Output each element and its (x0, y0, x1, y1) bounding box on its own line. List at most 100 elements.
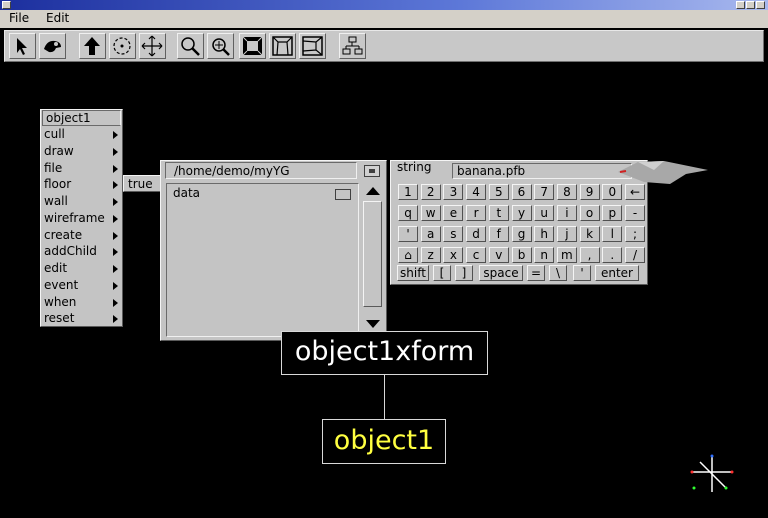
key[interactable]: a (420, 226, 441, 242)
maximize-button[interactable] (746, 1, 755, 9)
key-symbol[interactable]: \ (549, 265, 567, 281)
key[interactable]: e (443, 205, 464, 221)
key[interactable]: 1 (398, 184, 418, 200)
key[interactable]: 6 (511, 184, 532, 200)
string-input[interactable]: banana.pfb (452, 163, 632, 179)
menu-edit[interactable]: Edit (46, 11, 69, 25)
menu-item-edit[interactable]: edit (44, 261, 122, 277)
menu-item-cull[interactable]: cull (44, 127, 122, 143)
scroll-down-icon[interactable] (366, 320, 380, 328)
key[interactable]: 2 (420, 184, 441, 200)
object-menu: object1 cull draw file floor wall wirefr… (40, 109, 123, 327)
key[interactable]: ← (625, 184, 645, 200)
key[interactable]: 0 (602, 184, 623, 200)
close-button[interactable] (756, 1, 765, 9)
key[interactable]: c (466, 247, 487, 263)
key[interactable]: u (534, 205, 555, 221)
key[interactable]: ; (625, 226, 645, 242)
window-menu-button[interactable] (2, 1, 11, 9)
scroll-thumb[interactable] (363, 201, 382, 307)
file-list[interactable]: data (166, 183, 359, 337)
key[interactable]: x (443, 247, 464, 263)
menu-item-wall[interactable]: wall (44, 194, 122, 210)
list-item[interactable]: data (173, 186, 351, 202)
key[interactable]: t (488, 205, 509, 221)
minimize-button[interactable] (736, 1, 745, 9)
menu-item-create[interactable]: create (44, 228, 122, 244)
key-symbol[interactable]: = (527, 265, 545, 281)
translate-icon[interactable] (139, 33, 166, 59)
scene-graph-icon[interactable] (339, 33, 366, 59)
key-enter[interactable]: enter (595, 265, 639, 281)
key[interactable]: r (466, 205, 487, 221)
key-shift[interactable]: shift (397, 265, 429, 281)
menu-file[interactable]: File (9, 11, 29, 25)
key[interactable]: . (602, 247, 623, 263)
key[interactable]: 4 (466, 184, 487, 200)
key-space[interactable]: space (479, 265, 523, 281)
menu-item-draw[interactable]: draw (44, 144, 122, 160)
key[interactable]: d (466, 226, 487, 242)
zoom-icon[interactable] (177, 33, 204, 59)
key[interactable]: g (511, 226, 532, 242)
scene-node-object[interactable]: object1 (322, 419, 446, 464)
key[interactable]: , (579, 247, 600, 263)
toolbar (4, 30, 764, 62)
submenu-arrow-icon (113, 215, 118, 223)
key[interactable]: s (443, 226, 464, 242)
key[interactable]: m (556, 247, 577, 263)
key[interactable]: k (579, 226, 600, 242)
key[interactable]: 9 (579, 184, 600, 200)
key[interactable]: 8 (556, 184, 577, 200)
key-symbol[interactable]: ' (573, 265, 591, 281)
file-list-scrollbar[interactable] (362, 183, 384, 333)
key[interactable]: p (602, 205, 623, 221)
submenu-arrow-icon (113, 265, 118, 273)
key[interactable]: q (398, 205, 418, 221)
key[interactable]: z (420, 247, 441, 263)
key[interactable]: i (556, 205, 577, 221)
home-folder-icon[interactable] (364, 165, 380, 177)
menu-item-addchild[interactable]: addChild (44, 244, 122, 260)
key[interactable]: f (488, 226, 509, 242)
key-symbol[interactable]: [ (433, 265, 451, 281)
select-arrow-icon[interactable] (9, 33, 36, 59)
menu-item-when[interactable]: when (44, 295, 122, 311)
key[interactable]: v (488, 247, 509, 263)
view-side-icon[interactable] (299, 33, 326, 59)
key[interactable]: y (511, 205, 532, 221)
value-field-true[interactable]: true (123, 175, 161, 192)
zoom-region-icon[interactable] (207, 33, 234, 59)
menu-item-wireframe[interactable]: wireframe (44, 211, 122, 227)
menu-item-file[interactable]: file (44, 161, 122, 177)
key[interactable]: l (602, 226, 623, 242)
key[interactable]: 3 (443, 184, 464, 200)
menu-item-event[interactable]: event (44, 278, 122, 294)
key[interactable]: j (556, 226, 577, 242)
submenu-arrow-icon (113, 181, 118, 189)
menu-item-floor[interactable]: floor (44, 177, 122, 193)
fly-icon[interactable] (39, 33, 66, 59)
key[interactable]: 7 (534, 184, 555, 200)
key[interactable]: / (625, 247, 645, 263)
scroll-up-icon[interactable] (366, 187, 380, 195)
key[interactable]: o (579, 205, 600, 221)
scene-node-xform[interactable]: object1xform (281, 331, 488, 375)
key[interactable]: b (511, 247, 532, 263)
key[interactable]: 5 (488, 184, 509, 200)
move-up-icon[interactable] (79, 33, 106, 59)
key[interactable]: h (534, 226, 555, 242)
menu-item-reset[interactable]: reset (44, 311, 122, 327)
key[interactable]: ' (398, 226, 418, 242)
key-symbol[interactable]: ] (455, 265, 473, 281)
view-front-icon[interactable] (239, 33, 266, 59)
path-field[interactable]: /home/demo/myYG (165, 162, 357, 179)
key[interactable]: ⌂ (398, 247, 418, 263)
submenu-arrow-icon (113, 315, 118, 323)
view-top-icon[interactable] (269, 33, 296, 59)
rotate-icon[interactable] (109, 33, 136, 59)
submenu-arrow-icon (113, 299, 118, 307)
key[interactable]: w (420, 205, 441, 221)
key[interactable]: n (534, 247, 555, 263)
key[interactable]: - (625, 205, 645, 221)
